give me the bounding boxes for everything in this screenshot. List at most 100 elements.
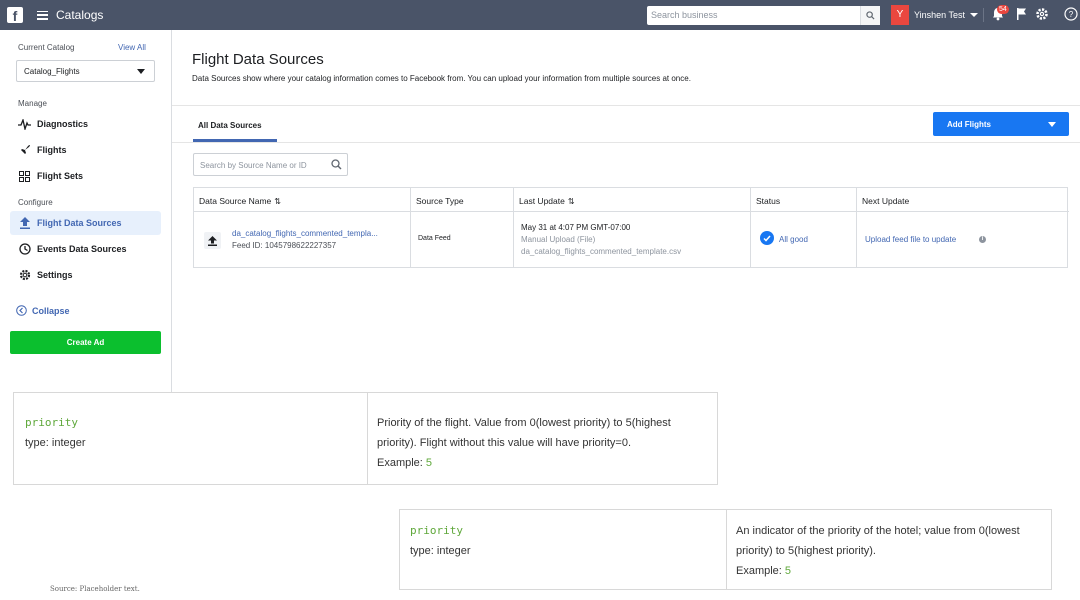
column-divider: [410, 188, 411, 268]
svg-text:?: ?: [1069, 10, 1074, 19]
sidebar-item-flight-data-sources[interactable]: Flight Data Sources: [10, 211, 161, 235]
source-search-placeholder: Search by Source Name or ID: [200, 161, 307, 170]
plane-icon: [18, 144, 31, 157]
page-title: Flight Data Sources: [192, 51, 324, 68]
column-divider: [750, 188, 751, 268]
source-note: Source: Placeholder text.: [50, 585, 140, 593]
column-divider: [856, 188, 857, 268]
sidebar-item-label: Settings: [37, 270, 73, 280]
manage-label: Manage: [18, 99, 47, 108]
menu-icon[interactable]: [37, 10, 48, 20]
avatar: Y: [891, 5, 909, 25]
last-update-file: da_catalog_flights_commented_template.cs…: [521, 247, 682, 256]
column-header-next-update: Next Update: [862, 196, 910, 206]
tab-all-data-sources[interactable]: All Data Sources: [198, 121, 262, 130]
search-icon: [331, 159, 342, 172]
business-search-input[interactable]: Search business: [647, 6, 880, 25]
app-title[interactable]: Catalogs: [56, 8, 103, 22]
column-header-status: Status: [756, 196, 781, 206]
data-source-name-link[interactable]: da_catalog_flights_commented_templa...: [232, 229, 378, 238]
events-icon: [18, 243, 31, 256]
data-sources-table: Data Source Name ⇅ Source Type Last Updat…: [193, 187, 1069, 268]
check-circle-icon: [760, 231, 774, 245]
catalog-selector[interactable]: Catalog_Flights: [16, 60, 155, 82]
facebook-logo[interactable]: f: [7, 7, 23, 23]
example-value: 5: [425, 457, 433, 469]
collapse-button[interactable]: Collapse: [16, 305, 70, 316]
field-type: type: integer: [410, 545, 471, 557]
example-label: Example:: [377, 457, 423, 469]
field-key: priority: [410, 524, 463, 537]
last-update-method: Manual Upload (File): [521, 235, 596, 244]
help-icon[interactable]: ?: [1064, 7, 1078, 26]
sidebar-item-events-data-sources[interactable]: Events Data Sources: [10, 237, 161, 261]
field-doc-hotel-priority: priority type: integer An indicator of t…: [399, 509, 1052, 590]
column-header-last-update[interactable]: Last Update ⇅: [514, 188, 575, 211]
catalog-selector-value: Catalog_Flights: [24, 67, 80, 76]
sidebar-item-settings[interactable]: Settings: [10, 263, 161, 287]
column-divider: [367, 393, 368, 485]
pulse-icon: [18, 118, 31, 131]
gear-icon[interactable]: [1035, 7, 1049, 26]
create-ad-button[interactable]: Create Ad: [10, 331, 161, 354]
example-label: Example:: [736, 565, 782, 577]
active-tab-indicator: [193, 139, 277, 142]
field-key: priority: [25, 416, 78, 429]
chevron-left-icon: [16, 305, 27, 316]
configure-label: Configure: [18, 198, 53, 207]
add-flights-button[interactable]: Add Flights: [933, 112, 1069, 136]
description-line: Priority of the flight. Value from 0(low…: [377, 417, 671, 429]
column-header-data-source-name[interactable]: Data Source Name ⇅: [194, 188, 281, 211]
page-description: Data Sources show where your catalog inf…: [192, 74, 691, 83]
upload-feed-link[interactable]: Upload feed file to update: [865, 235, 956, 244]
chevron-down-icon: [1048, 122, 1056, 127]
source-type-value: Data Feed: [418, 235, 451, 242]
sidebar-item-label: Events Data Sources: [37, 244, 127, 254]
gear-icon: [18, 269, 31, 282]
sidebar-item-label: Flight Sets: [37, 171, 84, 181]
view-all-link[interactable]: View All: [118, 43, 146, 52]
example-line: Example: 5: [377, 453, 671, 473]
sort-icon[interactable]: ⇅: [568, 197, 575, 206]
collapse-label: Collapse: [32, 305, 70, 316]
description-line: priority). Flight without this value wil…: [377, 437, 632, 449]
sort-icon[interactable]: ⇅: [274, 197, 281, 206]
field-description: An indicator of the priority of the hote…: [736, 521, 1020, 581]
column-header-source-type: Source Type: [416, 196, 464, 206]
add-flights-label: Add Flights: [947, 119, 991, 129]
field-doc-flight-priority: priority type: integer Priority of the f…: [13, 392, 718, 485]
last-update-time: May 31 at 4:07 PM GMT-07:00: [521, 223, 631, 232]
description-line: priority) to 5(highest priority).: [736, 545, 876, 557]
example-line: Example: 5: [736, 561, 1020, 581]
sidebar-item-flight-sets[interactable]: Flight Sets: [10, 164, 161, 188]
divider: [983, 8, 984, 22]
sidebar: Current Catalog View All Catalog_Flights…: [0, 30, 172, 392]
upload-icon: [204, 232, 221, 249]
field-description: Priority of the flight. Value from 0(low…: [377, 413, 671, 473]
upload-icon: [18, 217, 31, 230]
user-name: Yinshen Test: [914, 10, 966, 20]
column-divider: [726, 510, 727, 590]
chevron-down-icon: [137, 69, 145, 74]
notification-badge: 54: [997, 5, 1009, 14]
sidebar-item-flights[interactable]: Flights: [10, 138, 161, 162]
example-value: 5: [784, 565, 792, 577]
status-value: All good: [779, 235, 808, 244]
source-search-input[interactable]: Search by Source Name or ID: [193, 153, 348, 176]
field-type: type: integer: [25, 437, 86, 449]
description-line: An indicator of the priority of the hote…: [736, 525, 1020, 537]
sidebar-item-label: Diagnostics: [37, 119, 89, 129]
grid-icon: [18, 170, 31, 183]
sidebar-item-label: Flight Data Sources: [37, 218, 122, 228]
sidebar-item-label: Flights: [37, 145, 67, 155]
sidebar-item-diagnostics[interactable]: Diagnostics: [10, 112, 161, 136]
search-icon[interactable]: [860, 6, 880, 25]
info-icon[interactable]: i: [979, 236, 986, 243]
flag-icon[interactable]: [1016, 7, 1027, 26]
header-label: Data Source Name: [199, 196, 272, 206]
current-catalog-label: Current Catalog: [18, 43, 75, 52]
user-menu[interactable]: Y Yinshen Test: [891, 5, 979, 25]
search-placeholder: Search business: [651, 10, 718, 20]
feed-id: Feed ID: 1045798622227357: [232, 241, 337, 250]
row-divider: [194, 211, 1069, 212]
